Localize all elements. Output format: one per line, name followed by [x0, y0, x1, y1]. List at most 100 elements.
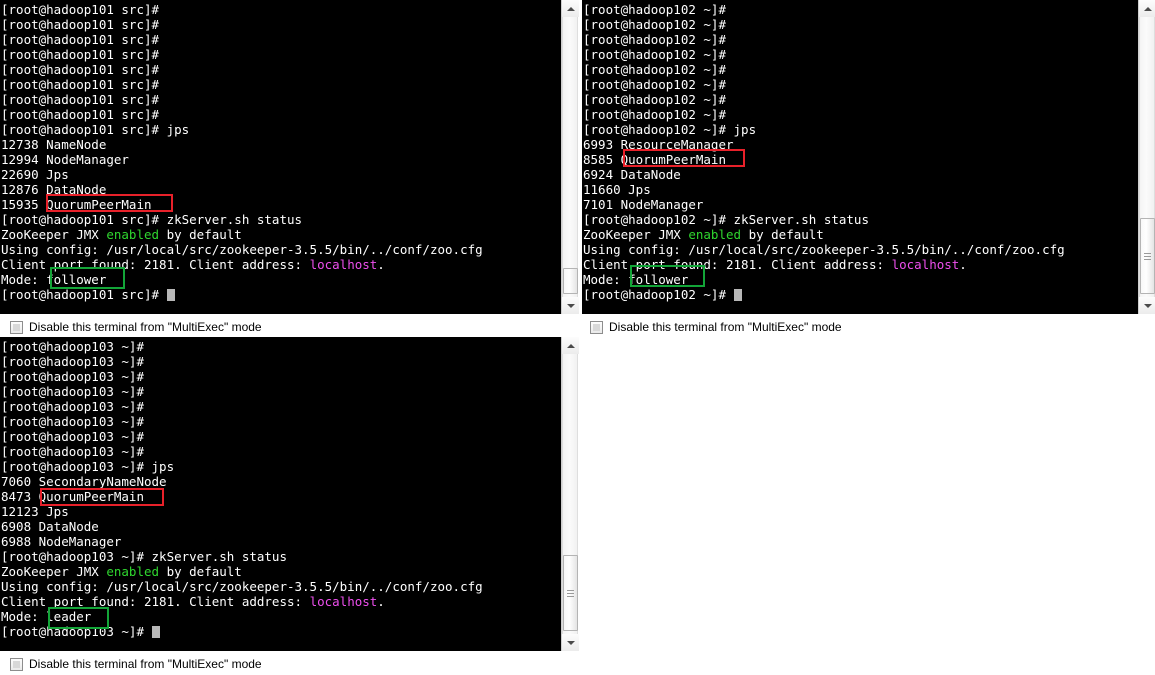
terminal-body-hadoop101[interactable]: [root@hadoop101 src]# [root@hadoop101 sr… [0, 0, 579, 314]
terminal-text: [root@hadoop103 ~]# [1, 444, 152, 459]
terminal-panel-hadoop101: [root@hadoop101 src]# [root@hadoop101 sr… [0, 0, 579, 314]
multiexec-checkbox-label-hadoop102: Disable this terminal from "MultiExec" m… [609, 320, 842, 334]
terminal-text: [root@hadoop101 src]# [1, 107, 167, 122]
scroll-up-button-hadoop101[interactable] [562, 0, 579, 17]
scrollbar-thumb-hadoop102[interactable] [1140, 218, 1155, 294]
terminal-line: 6924 DataNode [583, 167, 1138, 182]
terminal-line: 6988 NodeManager [1, 534, 561, 549]
terminal-line: 7060 SecondaryNameNode [1, 474, 561, 489]
scroll-down-button-hadoop102[interactable] [1139, 297, 1155, 314]
terminal-line: [root@hadoop102 ~]# jps [583, 122, 1138, 137]
multiexec-checkbox-row-hadoop101[interactable]: Disable this terminal from "MultiExec" m… [10, 318, 262, 336]
terminal-body-hadoop102[interactable]: [root@hadoop102 ~]# [root@hadoop102 ~]# … [582, 0, 1155, 314]
terminal-text: [root@hadoop101 src]# [1, 287, 167, 302]
terminal-line: 22690 Jps [1, 167, 561, 182]
multiexec-checkbox-hadoop101[interactable] [10, 320, 23, 334]
terminal-line: [root@hadoop102 ~]# [583, 107, 1138, 122]
terminal-text: [root@hadoop101 src]# [1, 17, 167, 32]
terminal-screen-hadoop101[interactable]: [root@hadoop101 src]# [root@hadoop101 sr… [0, 0, 561, 314]
scrollbar-thumb-hadoop101[interactable] [563, 268, 578, 294]
terminal-line: ZooKeeper JMX enabled by default [1, 564, 561, 579]
grip-line-icon [567, 595, 574, 597]
multiexec-checkbox-hadoop102[interactable] [590, 320, 603, 334]
terminal-line: 8585 QuorumPeerMain [583, 152, 1138, 167]
grip-line-icon [567, 592, 574, 594]
terminal-line: 12123 Jps [1, 504, 561, 519]
terminal-text: 12123 Jps [1, 504, 69, 519]
chevron-up-icon [1143, 6, 1152, 11]
terminal-line: Mode: leader [1, 609, 561, 624]
terminal-line: Mode: follower [1, 272, 561, 287]
terminal-text: 15935 QuorumPeerMain [1, 197, 152, 212]
terminal-line: [root@hadoop101 src]# [1, 287, 561, 302]
terminal-output-hadoop101: [root@hadoop101 src]# [root@hadoop101 sr… [0, 0, 561, 302]
terminal-line: 6993 ResourceManager [583, 137, 1138, 152]
chevron-down-icon [1143, 303, 1152, 308]
terminal-line: 15935 QuorumPeerMain [1, 197, 561, 212]
scrollbar-hadoop101[interactable] [561, 0, 579, 314]
terminal-line: [root@hadoop101 src]# [1, 17, 561, 32]
scrollbar-hadoop103[interactable] [561, 337, 579, 651]
terminal-line: [root@hadoop101 src]# jps [1, 122, 561, 137]
terminal-text: [root@hadoop103 ~]# [1, 354, 152, 369]
terminal-text: ZooKeeper JMX [1, 227, 107, 242]
terminal-text: Client port found: 2181. Client address: [583, 257, 892, 272]
grip-line-icon [1144, 258, 1151, 260]
screenshot-root: [root@hadoop101 src]# [root@hadoop101 sr… [0, 0, 1155, 675]
terminal-line: [root@hadoop102 ~]# [583, 92, 1138, 107]
terminal-panel-hadoop102: [root@hadoop102 ~]# [root@hadoop102 ~]# … [582, 0, 1155, 314]
scrollbar-thumb-hadoop103[interactable] [563, 555, 578, 631]
terminal-line: Mode: follower [583, 272, 1138, 287]
terminal-text: by default [159, 564, 242, 579]
terminal-line: 8473 QuorumPeerMain [1, 489, 561, 504]
terminal-text: [root@hadoop103 ~]# [1, 369, 152, 384]
scrollbar-track-hadoop101[interactable] [562, 17, 578, 297]
terminal-text: Using config: /usr/local/src/zookeeper-3… [1, 242, 483, 257]
terminal-text: 6988 NodeManager [1, 534, 122, 549]
scroll-up-button-hadoop103[interactable] [562, 337, 579, 354]
terminal-text: [root@hadoop102 ~]# [583, 47, 734, 62]
terminal-text: by default [741, 227, 824, 242]
terminal-line: [root@hadoop101 src]# [1, 92, 561, 107]
multiexec-checkbox-hadoop103[interactable] [10, 657, 23, 671]
terminal-text: 6993 ResourceManager [583, 137, 734, 152]
terminal-text: [root@hadoop102 ~]# zkServer.sh status [583, 212, 869, 227]
terminal-text: Using config: /usr/local/src/zookeeper-3… [1, 579, 483, 594]
terminal-body-hadoop103[interactable]: [root@hadoop103 ~]# [root@hadoop103 ~]# … [0, 337, 579, 651]
terminal-screen-hadoop102[interactable]: [root@hadoop102 ~]# [root@hadoop102 ~]# … [582, 0, 1138, 314]
terminal-text: [root@hadoop102 ~]# [583, 287, 734, 302]
terminal-panel-hadoop103: [root@hadoop103 ~]# [root@hadoop103 ~]# … [0, 337, 579, 651]
terminal-line: [root@hadoop101 src]# [1, 32, 561, 47]
terminal-line: [root@hadoop102 ~]# [583, 77, 1138, 92]
terminal-text: . [959, 257, 967, 272]
terminal-text: [root@hadoop102 ~]# [583, 77, 734, 92]
terminal-screen-hadoop103[interactable]: [root@hadoop103 ~]# [root@hadoop103 ~]# … [0, 337, 561, 651]
terminal-line: 12876 DataNode [1, 182, 561, 197]
multiexec-checkbox-row-hadoop103[interactable]: Disable this terminal from "MultiExec" m… [10, 655, 262, 673]
terminal-line: [root@hadoop103 ~]# [1, 624, 561, 639]
terminal-text: Mode: follower [583, 272, 689, 287]
terminal-text: Client port found: 2181. Client address: [1, 594, 310, 609]
terminal-text: [root@hadoop103 ~]# [1, 429, 152, 444]
terminal-line: [root@hadoop103 ~]# [1, 354, 561, 369]
terminal-line: [root@hadoop103 ~]# zkServer.sh status [1, 549, 561, 564]
scroll-down-button-hadoop103[interactable] [562, 634, 579, 651]
terminal-text: 6924 DataNode [583, 167, 681, 182]
terminal-text: [root@hadoop101 src]# zkServer.sh status [1, 212, 303, 227]
terminal-line: [root@hadoop103 ~]# [1, 339, 561, 354]
terminal-line: Client port found: 2181. Client address:… [1, 257, 561, 272]
scroll-up-button-hadoop102[interactable] [1139, 0, 1155, 17]
multiexec-checkbox-label-hadoop103: Disable this terminal from "MultiExec" m… [29, 657, 262, 671]
scrollbar-hadoop102[interactable] [1138, 0, 1155, 314]
terminal-line: [root@hadoop101 src]# [1, 2, 561, 17]
terminal-text: localhost [309, 257, 378, 272]
terminal-text: by default [159, 227, 242, 242]
terminal-text: [root@hadoop101 src]# jps [1, 122, 190, 137]
terminal-line: ZooKeeper JMX enabled by default [583, 227, 1138, 242]
terminal-text: 8585 QuorumPeerMain [583, 152, 726, 167]
terminal-line: [root@hadoop101 src]# zkServer.sh status [1, 212, 561, 227]
multiexec-checkbox-row-hadoop102[interactable]: Disable this terminal from "MultiExec" m… [590, 318, 842, 336]
terminal-text: Mode: leader [1, 609, 92, 624]
scroll-down-button-hadoop101[interactable] [562, 297, 579, 314]
terminal-line: [root@hadoop102 ~]# zkServer.sh status [583, 212, 1138, 227]
